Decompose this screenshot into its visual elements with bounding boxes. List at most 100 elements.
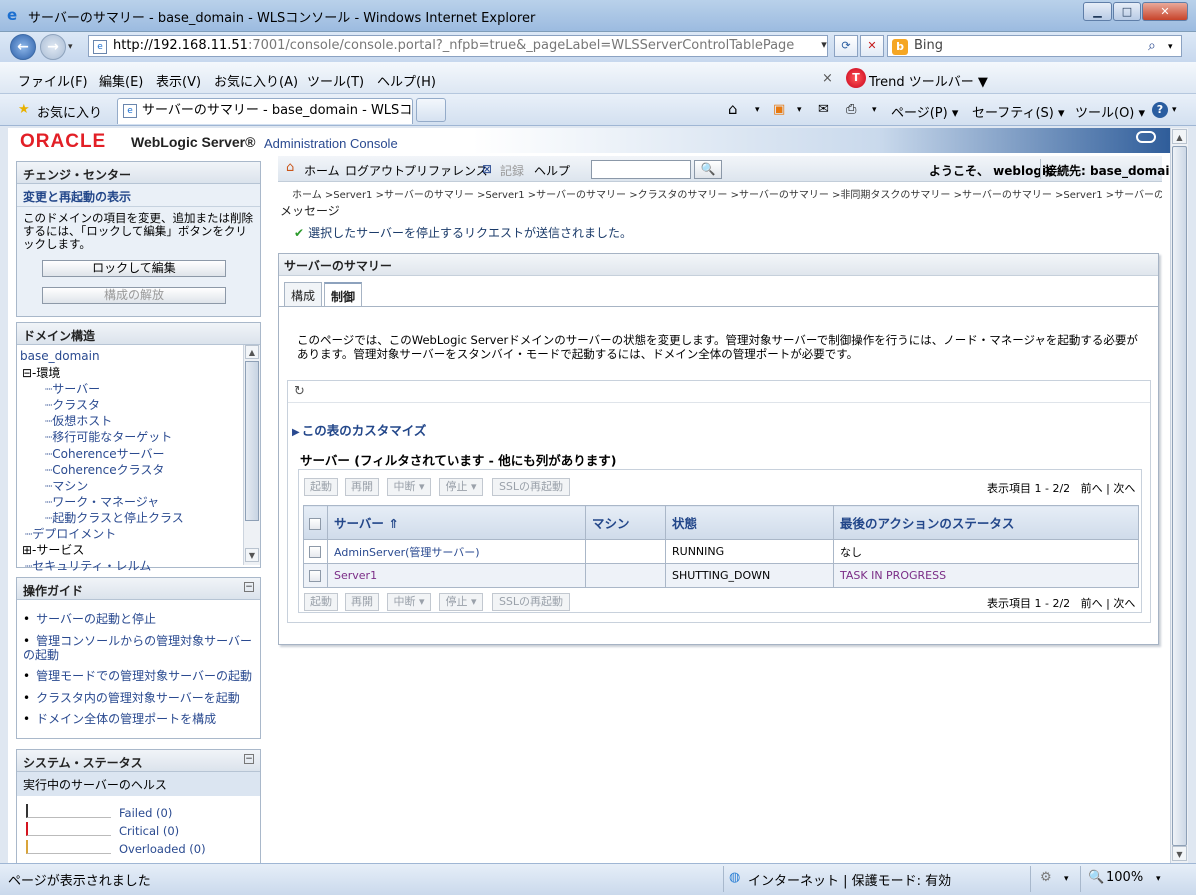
menu-favorites[interactable]: お気に入り(A) [214, 71, 298, 90]
rss-dropdown-icon[interactable]: ▾ [797, 105, 802, 115]
restart-ssl-button-top[interactable]: SSLの再起動 [492, 478, 570, 496]
tree-scrollbar[interactable]: ▲ ▼ [243, 345, 260, 565]
help-icon[interactable]: ? [1152, 102, 1168, 118]
tree-item-migratable-targets[interactable]: ┈移行可能なターゲット [45, 428, 172, 445]
minimize-panel-icon[interactable]: − [244, 582, 254, 592]
tree-scroll-thumb[interactable] [245, 361, 259, 521]
search-options-icon[interactable]: ▾ [1168, 42, 1173, 52]
menu-tools[interactable]: ツール(T) [307, 71, 364, 90]
favorites-button[interactable]: お気に入り [37, 102, 102, 121]
page-scrollbar[interactable]: ▲ ▼ [1170, 128, 1188, 863]
tree-item-deployments[interactable]: ┈デプロイメント [25, 525, 116, 542]
address-dropdown-icon[interactable]: ▾ [815, 35, 833, 57]
preferences-link[interactable]: プリファレンス [404, 162, 488, 179]
column-last-action-status[interactable]: 最後のアクションのステータス [833, 505, 1139, 540]
mail-icon[interactable]: ✉ [818, 102, 829, 117]
minimize-panel-icon[interactable]: − [244, 754, 254, 764]
tree-item-virtual-hosts[interactable]: ┈仮想ホスト [45, 412, 112, 429]
print-icon[interactable]: ⎙ [846, 102, 856, 117]
forward-button[interactable]: → [40, 34, 66, 60]
logout-link[interactable]: ログアウト [345, 162, 405, 179]
health-overloaded-link[interactable]: Overloaded (0) [119, 842, 206, 856]
new-tab-button[interactable] [416, 98, 446, 122]
health-critical-link[interactable]: Critical (0) [119, 824, 179, 838]
search-icon[interactable]: ⌕ [1148, 38, 1156, 54]
search-input[interactable]: Bing [887, 35, 1182, 57]
scroll-up-icon[interactable]: ▲ [1172, 129, 1187, 144]
trend-toolbar-button[interactable]: Trend ツールバー ▼ [869, 71, 988, 90]
start-button-bottom[interactable]: 起動 [304, 593, 338, 611]
column-state[interactable]: 状態 [665, 505, 834, 540]
guide-link-start-stop[interactable]: サーバーの起動と停止 [23, 612, 255, 626]
menu-file[interactable]: ファイル(F) [18, 71, 88, 90]
tree-item-servers[interactable]: ┈サーバー [45, 380, 100, 397]
zoom-level[interactable]: 100% [1106, 870, 1143, 885]
guide-link-admin-port[interactable]: ドメイン全体の管理ポートを構成 [23, 712, 255, 726]
server-link[interactable]: AdminServer(管理サーバー) [334, 546, 480, 559]
address-bar[interactable]: http://192.168.11.51:7001/console/consol… [88, 35, 828, 57]
page-scroll-thumb[interactable] [1172, 146, 1187, 846]
scroll-down-icon[interactable]: ▼ [1172, 846, 1187, 861]
home-icon[interactable]: ⌂ [728, 100, 738, 118]
pager-prev-link[interactable]: 前へ [1081, 482, 1103, 495]
tree-item-security-realms[interactable]: ┈セキュリティ・レルム [25, 557, 151, 574]
column-machine[interactable]: マシン [585, 505, 666, 540]
scroll-up-icon[interactable]: ▲ [245, 345, 259, 359]
help-link[interactable]: ヘルプ [534, 162, 570, 179]
tree-item-coherence-servers[interactable]: ┈Coherenceサーバー [45, 445, 164, 462]
tree-item-work-managers[interactable]: ┈ワーク・マネージャ [45, 493, 159, 510]
protected-mode-dropdown-icon[interactable]: ▾ [1064, 874, 1069, 884]
tree-item-clusters[interactable]: ┈クラスタ [45, 396, 100, 413]
pager-prev-link[interactable]: 前へ [1081, 597, 1103, 610]
refresh-icon[interactable]: ↻ [294, 384, 305, 399]
guide-link-admin-mode[interactable]: 管理モードでの管理対象サーバーの起動 [23, 669, 255, 683]
server-link[interactable]: Server1 [334, 569, 377, 582]
tree-item-environment[interactable]: ⊟-環境 [22, 364, 60, 381]
restart-ssl-button-bottom[interactable]: SSLの再起動 [492, 593, 570, 611]
tree-item-coherence-clusters[interactable]: ┈Coherenceクラスタ [45, 461, 164, 478]
menu-edit[interactable]: 編集(E) [99, 71, 143, 90]
menu-help[interactable]: ヘルプ(H) [377, 71, 436, 90]
resume-button-bottom[interactable]: 再開 [345, 593, 379, 611]
history-dropdown-icon[interactable]: ▾ [68, 42, 73, 52]
suspend-button-top[interactable]: 中断 ▾ [387, 478, 431, 496]
status-cell[interactable]: TASK IN PROGRESS [833, 563, 1139, 588]
start-button-top[interactable]: 起動 [304, 478, 338, 496]
pager-next-link[interactable]: 次へ [1113, 597, 1135, 610]
rss-icon[interactable]: ▣ [773, 102, 785, 117]
home-link[interactable]: ホーム [304, 162, 340, 179]
help-dropdown-icon[interactable]: ▾ [1172, 105, 1177, 115]
console-search-input[interactable] [591, 160, 691, 179]
zoom-dropdown-icon[interactable]: ▾ [1156, 874, 1161, 884]
refresh-icon[interactable]: ⟳ [834, 35, 858, 57]
shutdown-button-top[interactable]: 停止 ▾ [439, 478, 483, 496]
shutdown-button-bottom[interactable]: 停止 ▾ [439, 593, 483, 611]
print-dropdown-icon[interactable]: ▾ [872, 105, 877, 115]
home-dropdown-icon[interactable]: ▾ [755, 105, 760, 115]
release-config-button[interactable]: 構成の解放 [42, 287, 226, 304]
pager-next-link[interactable]: 次へ [1113, 482, 1135, 495]
row-checkbox[interactable] [309, 570, 321, 582]
tree-item-startup-shutdown[interactable]: ┈起動クラスと停止クラス [45, 509, 184, 526]
tab-configuration[interactable]: 構成 [284, 282, 323, 306]
browser-tab-active[interactable]: サーバーのサマリー - base_domain - WLSコ... [117, 98, 413, 124]
guide-link-cluster-start[interactable]: クラスタ内の管理対象サーバーを起動 [23, 691, 255, 705]
stop-icon[interactable]: ✕ [860, 35, 884, 57]
suspend-button-bottom[interactable]: 中断 ▾ [387, 593, 431, 611]
row-checkbox[interactable] [309, 546, 321, 558]
tools-menu[interactable]: ツール(O) ▾ [1075, 102, 1145, 121]
page-menu[interactable]: ページ(P) ▾ [891, 102, 958, 121]
customize-table-link[interactable]: ▶ この表のカスタマイズ [292, 420, 426, 439]
minimize-button[interactable]: ▁ [1083, 2, 1112, 21]
lock-and-edit-button[interactable]: ロックして編集 [42, 260, 226, 277]
scroll-down-icon[interactable]: ▼ [245, 548, 259, 562]
tree-item-base-domain[interactable]: base_domain [20, 349, 100, 363]
column-server[interactable]: サーバー ⇑ [327, 505, 586, 540]
record-link[interactable]: 記録 [500, 162, 524, 179]
health-failed-link[interactable]: Failed (0) [119, 806, 172, 820]
resume-button-top[interactable]: 再開 [345, 478, 379, 496]
tree-item-services[interactable]: ⊞-サービス [22, 541, 84, 558]
close-toolbar-icon[interactable]: × [822, 71, 833, 86]
select-all-checkbox[interactable] [309, 517, 321, 530]
tree-item-machines[interactable]: ┈マシン [45, 477, 88, 494]
